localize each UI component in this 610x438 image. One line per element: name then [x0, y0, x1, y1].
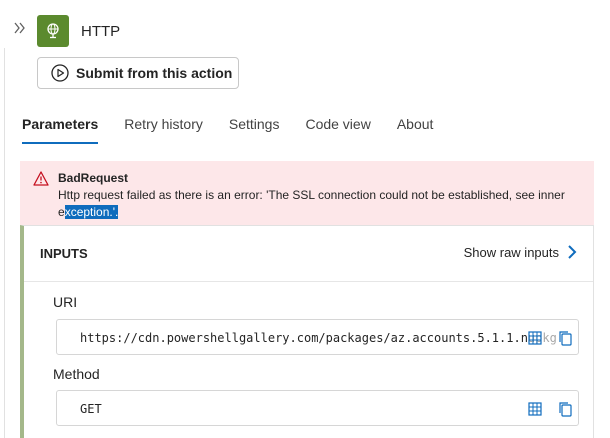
tab-bar: Parameters Retry history Settings Code v… [22, 116, 459, 144]
copy-icon[interactable] [557, 330, 573, 346]
uri-value[interactable]: https://cdn.powershellgallery.com/packag… [80, 331, 557, 345]
inputs-panel: INPUTS Show raw inputs URI https://cdn.p… [20, 225, 594, 438]
error-message: Http request failed as there is an error… [58, 187, 574, 221]
inputs-header: INPUTS [40, 246, 88, 261]
play-circle-icon [51, 64, 69, 82]
uri-label: URI [53, 294, 78, 310]
format-grid-icon[interactable] [527, 401, 543, 417]
tab-about[interactable]: About [397, 116, 434, 144]
error-title: BadRequest [58, 171, 129, 185]
double-chevron-right-icon[interactable] [13, 21, 27, 35]
show-raw-inputs-label: Show raw inputs [463, 244, 559, 260]
chevron-right-icon [568, 245, 577, 259]
method-field[interactable]: GET [56, 390, 579, 426]
header-divider [24, 281, 593, 282]
action-title: HTTP [81, 23, 121, 40]
http-globe-icon [37, 15, 69, 47]
tab-settings[interactable]: Settings [229, 116, 280, 144]
warning-icon [33, 171, 49, 191]
format-grid-icon[interactable] [527, 330, 543, 346]
error-banner: BadRequest Http request failed as there … [20, 161, 594, 225]
method-label: Method [53, 366, 100, 382]
uri-field[interactable]: https://cdn.powershellgallery.com/packag… [56, 319, 579, 355]
tab-parameters[interactable]: Parameters [22, 116, 99, 144]
tab-retry-history[interactable]: Retry history [124, 116, 203, 144]
submit-label: Submit from this action [76, 65, 233, 81]
error-message-text: Http request failed as there is an error… [58, 188, 565, 219]
left-divider [4, 48, 5, 438]
copy-icon[interactable] [557, 401, 573, 417]
show-raw-inputs-link[interactable]: Show raw inputs [464, 244, 577, 260]
tab-code-view[interactable]: Code view [305, 116, 370, 144]
method-value[interactable]: GET [80, 402, 102, 416]
error-message-selected-text: xception.'. [64, 205, 119, 219]
submit-from-action-button[interactable]: Submit from this action [37, 57, 239, 89]
